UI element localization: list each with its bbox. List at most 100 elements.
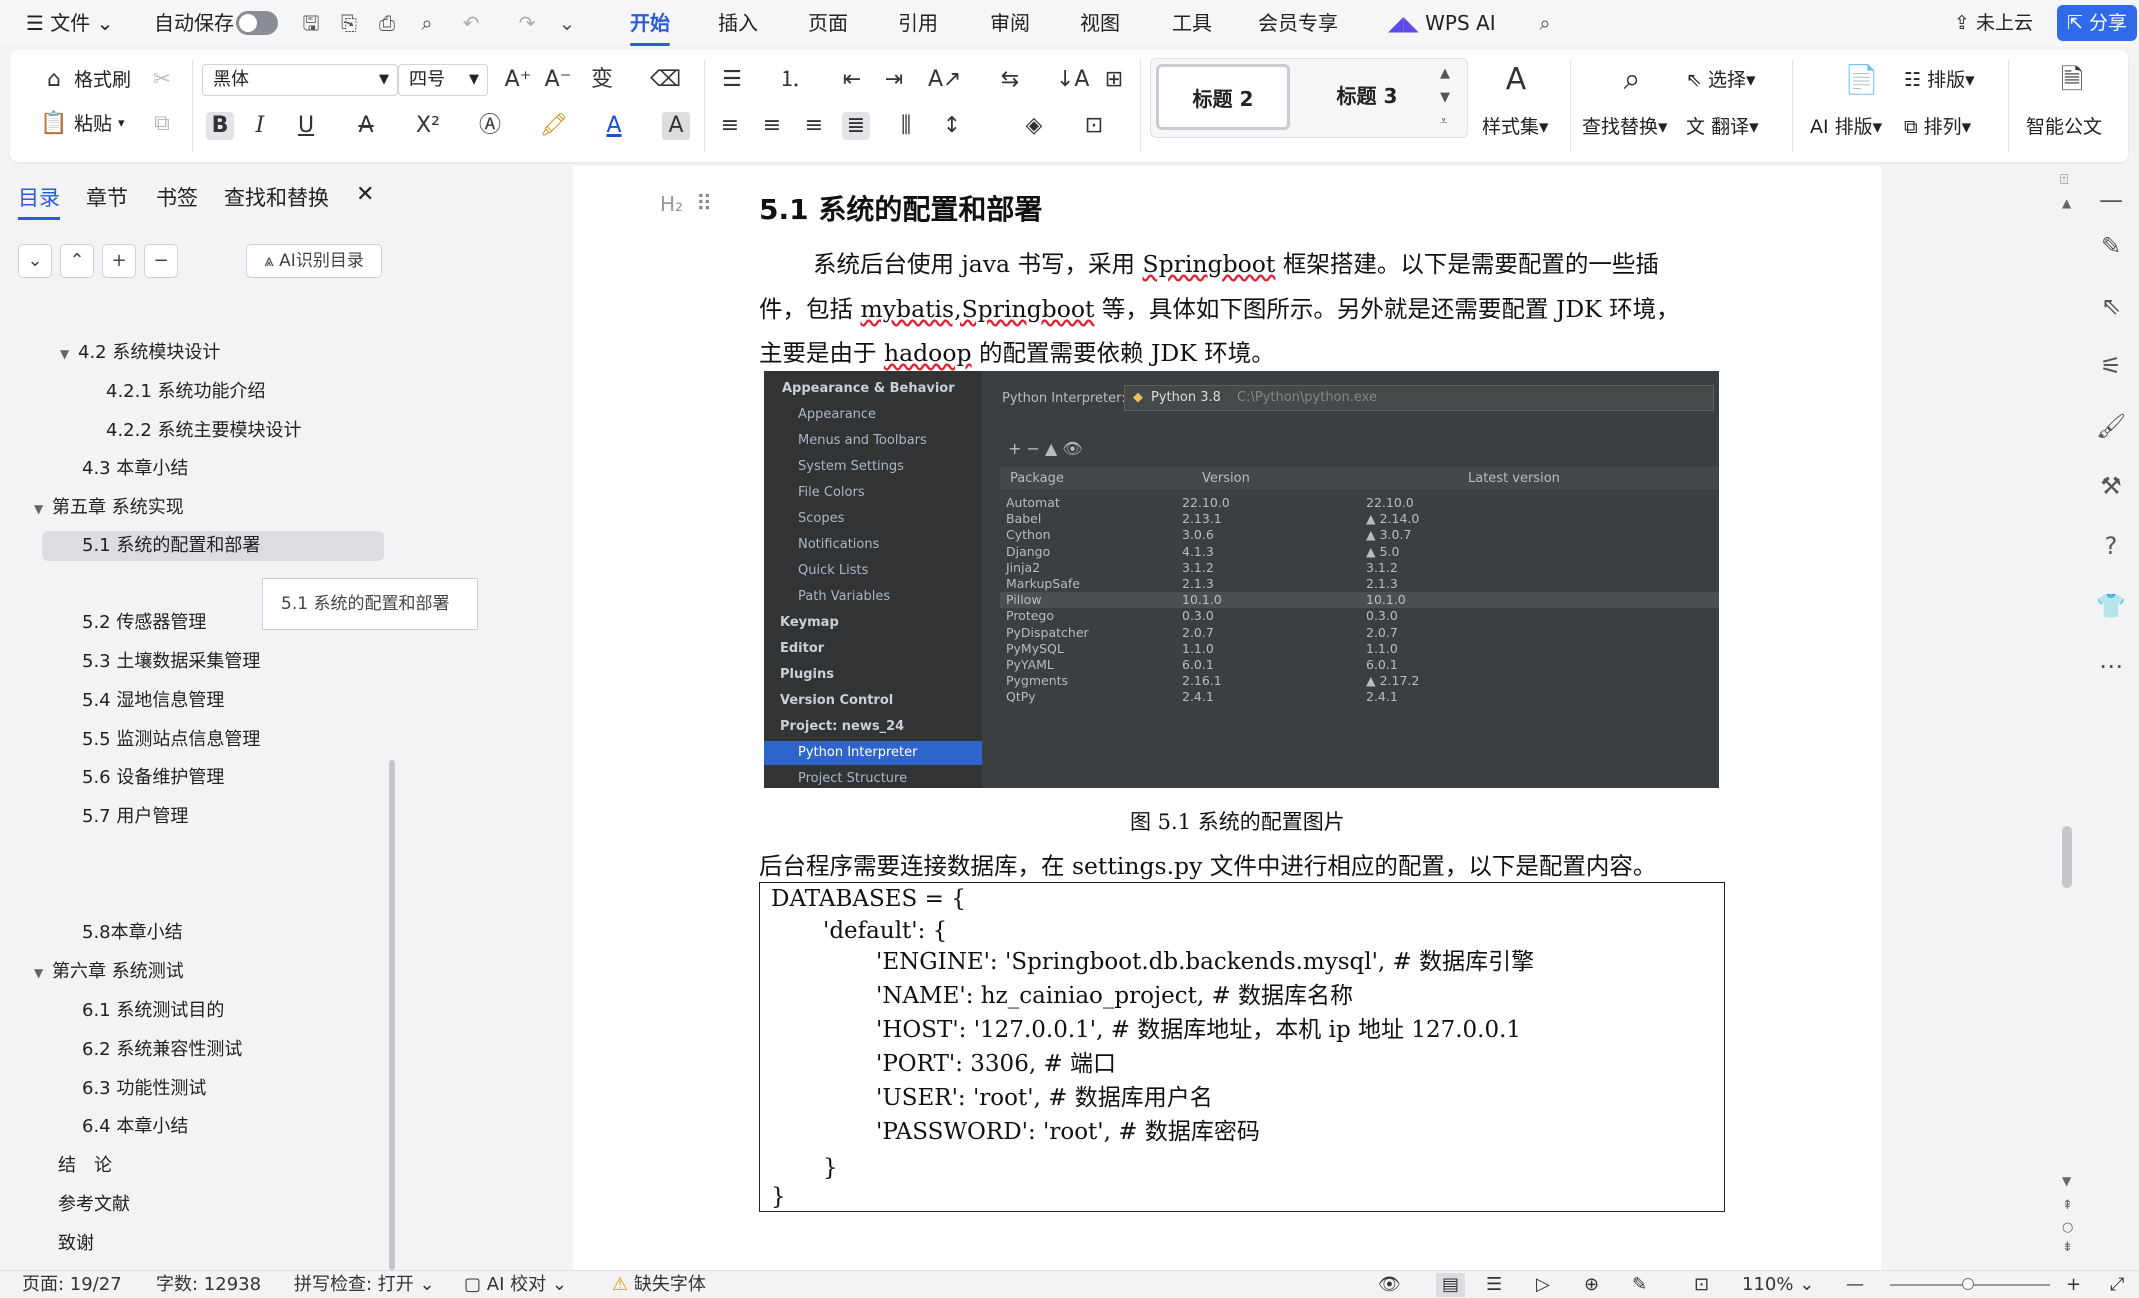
ai-layout-button[interactable]: AI 排版▾ <box>1810 114 1882 140</box>
toc-item-selected[interactable]: 5.1 系统的配置和部署 <box>42 531 384 561</box>
gallery-more-icon[interactable]: ⩡ <box>1440 114 1447 129</box>
tab-tools[interactable]: 工具 <box>1172 8 1212 38</box>
tools-icon[interactable]: ⚒ <box>2096 472 2126 500</box>
toc-item[interactable]: ▼ 第五章 系统实现 <box>34 493 184 523</box>
expand-triangle-icon[interactable]: ▼ <box>34 494 52 524</box>
collapse-all-icon[interactable]: ⌄ <box>18 244 52 278</box>
translate-button[interactable]: 文 翻译▾ <box>1686 114 1759 140</box>
style-heading-2[interactable]: 标题 2 <box>1156 64 1290 130</box>
char-shading-icon[interactable]: A <box>662 112 690 140</box>
share-button[interactable]: ⇱ 分享 <box>2057 5 2137 41</box>
toc-item[interactable]: 6.1 系统测试目的 <box>82 996 224 1026</box>
toc-scrollbar[interactable] <box>389 760 395 1270</box>
toc-item[interactable]: 5.3 土壤数据采集管理 <box>82 647 260 677</box>
layout-button[interactable]: ☷ 排版▾ <box>1904 67 1975 93</box>
copy-icon[interactable]: ⧉ <box>148 110 176 138</box>
toc-item[interactable]: 结 论 <box>58 1151 112 1181</box>
code-line[interactable]: 'default': { <box>823 914 947 948</box>
toc-item[interactable]: 6.2 系统兼容性测试 <box>82 1035 242 1065</box>
toc-item[interactable]: 4.3 本章小结 <box>82 454 188 484</box>
toc-item[interactable]: 参考文献 <box>58 1190 130 1220</box>
paragraph-line[interactable]: 系统后台使用 java 书写，采用 Springboot 框架搭建。以下是需要配… <box>813 242 1659 286</box>
export-icon[interactable]: ⎘ <box>336 10 362 36</box>
select-browse-icon[interactable]: ○ <box>2062 1220 2073 1235</box>
paragraph-line[interactable]: 件，包括 mybatis,Springboot 等，具体如下图所示。另外就是还需… <box>759 287 1680 331</box>
smart-doc-button[interactable]: 智能公文 <box>2026 114 2102 140</box>
increase-indent-icon[interactable]: ⇥ <box>880 66 908 94</box>
outline-view-icon[interactable]: ☰ <box>1486 1273 1502 1297</box>
tab-toc[interactable]: 目录 <box>18 182 60 220</box>
toc-item[interactable]: 5.2 传感器管理 <box>82 608 206 638</box>
code-line[interactable]: } <box>771 1180 786 1214</box>
toc-item[interactable]: 致谢 <box>58 1229 94 1259</box>
cut-icon[interactable]: ✂ <box>148 66 176 94</box>
redo-icon[interactable]: ↷ <box>514 10 540 36</box>
print-preview-icon[interactable]: ⌕ <box>414 10 440 36</box>
line-spacing-icon[interactable]: ↕ <box>938 112 966 140</box>
bullet-list-icon[interactable]: ☰ <box>718 66 746 94</box>
undo-icon[interactable]: ↶ <box>458 10 484 36</box>
italic-icon[interactable]: I <box>246 112 274 140</box>
tab-reference[interactable]: 引用 <box>898 8 938 38</box>
file-menu[interactable]: ☰ 文件 ⌄ <box>26 8 113 38</box>
strikethrough-icon[interactable]: A <box>352 112 380 140</box>
tab-review[interactable]: 审阅 <box>990 8 1030 38</box>
gallery-up-icon[interactable]: ▲ <box>1440 66 1450 81</box>
tab-find-replace[interactable]: 查找和替换 <box>224 182 329 212</box>
toc-item[interactable]: 5.4 湿地信息管理 <box>82 686 224 716</box>
word-count[interactable]: 字数: 12938 <box>156 1273 261 1297</box>
fullscreen-icon[interactable]: ⤢ <box>2110 1273 2124 1297</box>
fit-page-icon[interactable]: ⊡ <box>1694 1273 1709 1297</box>
figure-image[interactable]: Appearance & Behavior Appearance Menus a… <box>764 371 1719 788</box>
edit-pen-icon[interactable]: ✎ <box>2096 232 2126 260</box>
next-page-icon[interactable]: ⇟ <box>2062 1240 2073 1255</box>
ai-toc-button[interactable]: ⩓ AI识别目录 <box>246 244 382 278</box>
text-effect-icon[interactable]: Ⓐ <box>476 112 504 140</box>
spell-check-toggle[interactable]: 拼写检查: 打开 ⌄ <box>294 1273 435 1297</box>
toc-item[interactable]: 5.5 监测站点信息管理 <box>82 725 260 755</box>
paragraph-line[interactable]: 主要是由于 hadoop 的配置需要依赖 JDK 环境。 <box>759 331 1275 375</box>
show-marks-icon[interactable]: ⊞ <box>1100 66 1128 94</box>
save-icon[interactable]: 🖫 <box>298 10 324 36</box>
scroll-top-icon[interactable]: ⍐ <box>2060 172 2068 188</box>
figure-caption[interactable]: 图 5.1 系统的配置图片 <box>1130 806 1345 836</box>
code-line[interactable]: DATABASES = { <box>771 882 966 916</box>
toc-item[interactable]: 5.8本章小结 <box>82 918 183 948</box>
sort-icon[interactable]: ↓A <box>1056 66 1089 94</box>
remove-level-icon[interactable]: − <box>144 244 178 278</box>
code-line[interactable]: 'PASSWORD': 'root', # 数据库密码 <box>876 1115 1260 1149</box>
zoom-level[interactable]: 110% ⌄ <box>1742 1273 1814 1297</box>
clear-format-icon[interactable]: ⌫ <box>650 66 681 94</box>
page-view-icon[interactable]: ▤ <box>1436 1273 1466 1297</box>
paste-dropdown-icon[interactable]: ▾ <box>118 111 125 137</box>
autosave-toggle[interactable] <box>236 11 278 35</box>
zoom-in-icon[interactable]: + <box>2066 1273 2081 1297</box>
brush-icon[interactable]: 🖌 <box>2096 412 2126 440</box>
eye-protection-icon[interactable]: 👁 <box>1378 1273 1401 1297</box>
style-set-button[interactable]: 样式集▾ <box>1482 114 1549 140</box>
write-icon[interactable]: ✎ <box>1632 1273 1647 1297</box>
missing-font-button[interactable]: ⚠ 缺失字体 <box>612 1273 706 1297</box>
tab-insert[interactable]: 插入 <box>718 8 758 38</box>
text-direction-icon[interactable]: A↗ <box>928 66 961 94</box>
code-line[interactable]: 'PORT': 3306, # 端口 <box>876 1047 1116 1081</box>
highlight-icon[interactable]: 🖍 <box>540 112 568 140</box>
document-scrollbar[interactable]: ⍐ ▲ ▼ ⇞ ○ ⇟ <box>2058 166 2078 1270</box>
increase-font-icon[interactable]: A⁺ <box>504 66 532 94</box>
toc-item[interactable]: 6.3 功能性测试 <box>82 1074 206 1104</box>
style-heading-3[interactable]: 标题 3 <box>1300 64 1434 130</box>
scroll-thumb[interactable] <box>2062 826 2072 888</box>
arrange-button[interactable]: ⧉ 排列▾ <box>1904 114 1971 140</box>
toc-item[interactable]: 4.2.1 系统功能介绍 <box>106 377 266 407</box>
expand-triangle-icon[interactable]: ▼ <box>34 958 52 988</box>
toc-item[interactable]: 5.7 用户管理 <box>82 802 188 832</box>
superscript-icon[interactable]: X² <box>414 112 442 140</box>
gallery-down-icon[interactable]: ▼ <box>1440 90 1450 105</box>
shading-icon[interactable]: ◈ <box>1020 112 1048 140</box>
justify-icon[interactable]: ≣ <box>842 112 870 140</box>
code-line[interactable]: 'USER': 'root', # 数据库用户名 <box>876 1081 1213 1115</box>
select-button[interactable]: ⇖ 选择▾ <box>1686 67 1756 93</box>
tab-wps-ai[interactable]: ◢◣ WPS AI <box>1388 8 1496 38</box>
tab-bookmarks[interactable]: 书签 <box>156 182 198 212</box>
scroll-down-icon[interactable]: ▼ <box>2062 1174 2071 1188</box>
